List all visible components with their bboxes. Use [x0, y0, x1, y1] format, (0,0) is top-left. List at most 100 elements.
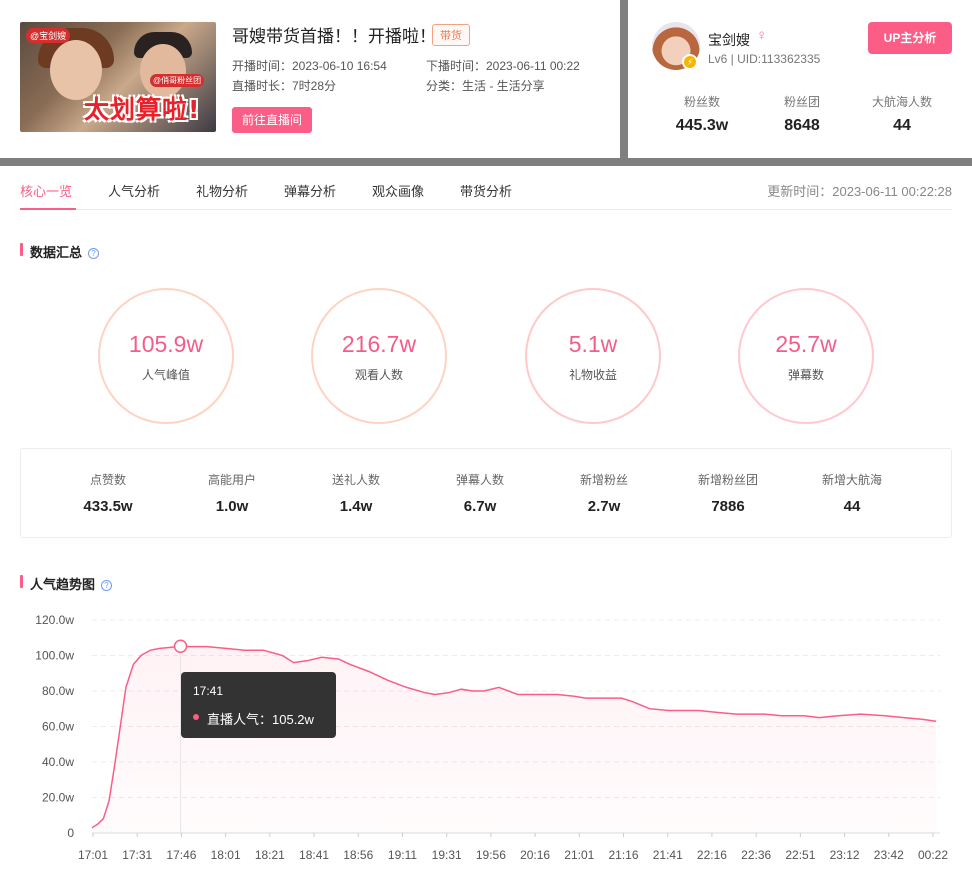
- up-analysis-button[interactable]: UP主分析: [868, 22, 952, 54]
- x-tick-label: 17:31: [122, 848, 152, 862]
- tab-popularity[interactable]: 人气分析: [108, 181, 160, 200]
- tab-sales[interactable]: 带货分析: [460, 181, 512, 200]
- series-dot-icon: [193, 714, 199, 720]
- tooltip-value: 直播人气：105.2w: [207, 712, 314, 727]
- stat-high-energy-users: 高能用户 1.0w: [177, 471, 287, 515]
- summary-title-text: 数据汇总: [30, 245, 83, 260]
- trend-section-title: 人气趋势图?: [20, 574, 113, 593]
- up-name[interactable]: 宝剑嫂: [708, 30, 750, 50]
- chart-y-axis: 0 20.0w 40.0w 60.0w 80.0w 100.0w 120.0w: [35, 613, 74, 840]
- x-tick-label: 22:16: [697, 848, 727, 862]
- female-icon: ♀: [756, 27, 768, 44]
- chart-x-axis: 17:01 17:31 17:46 18:01 18:21 18:41 18:56 19:11…: [78, 833, 948, 862]
- stat-label: 点赞数: [89, 473, 126, 487]
- y-tick-label: 80.0w: [42, 684, 74, 698]
- active-tab-indicator: [20, 208, 76, 210]
- ring-value: 105.9w: [128, 331, 204, 357]
- y-tick-label: 20.0w: [42, 791, 74, 805]
- stat-label: 新增大航海: [821, 473, 882, 487]
- popularity-trend-chart[interactable]: 0 20.0w 40.0w 60.0w 80.0w 100.0w 120.0w 17:01 1…: [0, 600, 972, 877]
- tab-danmaku[interactable]: 弹幕分析: [284, 181, 336, 200]
- tooltip-time: 17:41: [193, 684, 224, 698]
- up-stat-value: 8648: [784, 117, 820, 134]
- category: 分类：生活 - 生活分享: [426, 79, 545, 93]
- x-tick-label: 18:21: [255, 848, 285, 862]
- tab-core-overview[interactable]: 核心一览: [20, 181, 72, 200]
- y-tick-label: 100.0w: [35, 649, 74, 663]
- x-tick-label: 23:12: [830, 848, 860, 862]
- x-tick-label: 00:22: [918, 848, 948, 862]
- trend-title-text: 人气趋势图: [30, 577, 96, 592]
- go-to-live-room-button[interactable]: 前往直播间: [232, 107, 312, 133]
- verified-lightning-icon: ⚡: [682, 54, 698, 70]
- tab-gifts[interactable]: 礼物分析: [196, 181, 248, 200]
- x-tick-label: 19:31: [432, 848, 462, 862]
- up-stat-label: 粉丝数: [683, 95, 720, 109]
- updated-time: 更新时间：2023-06-11 00:22:28: [767, 184, 952, 199]
- x-tick-label: 23:42: [874, 848, 904, 862]
- x-tick-label: 19:56: [476, 848, 506, 862]
- stat-gift-senders: 送礼人数 1.4w: [301, 471, 411, 515]
- ring-label: 观看人数: [354, 368, 403, 382]
- ring-value: 25.7w: [775, 331, 837, 357]
- live-title: 哥嫂带货首播！！开播啦！: [232, 27, 436, 46]
- thumbnail-tag-2: @俏哥粉丝团: [150, 74, 205, 87]
- tab-audience[interactable]: 观众画像: [372, 181, 424, 200]
- up-uid: Lv6 | UID:113362335: [708, 52, 821, 66]
- x-tick-label: 17:01: [78, 848, 108, 862]
- stat-ring-danmaku: 25.7w 弹幕数: [738, 288, 874, 424]
- stat-ring-gift-revenue: 5.1w 礼物收益: [525, 288, 661, 424]
- category-badge: 带货: [432, 24, 470, 46]
- stat-value: 44: [843, 498, 861, 515]
- y-tick-label: 120.0w: [35, 613, 74, 627]
- hover-point: [173, 639, 188, 654]
- x-tick-label: 18:41: [299, 848, 329, 862]
- thumbnail-tag-1: @宝剑嫂: [26, 28, 71, 43]
- ring-label: 礼物收益: [568, 368, 617, 382]
- stat-label: 高能用户: [207, 473, 256, 487]
- stat-new-guards: 新增大航海 44: [797, 471, 907, 515]
- help-icon[interactable]: ?: [88, 248, 100, 259]
- stat-danmaku-users: 弹幕人数 6.7w: [425, 471, 535, 515]
- secondary-stats-panel: 点赞数 433.5w 高能用户 1.0w 送礼人数 1.4w 弹幕人数 6.7w…: [20, 448, 952, 538]
- stat-value: 1.4w: [339, 498, 373, 515]
- live-thumbnail[interactable]: @宝剑嫂 @俏哥粉丝团 太划算啦!: [20, 22, 216, 132]
- stat-ring-viewers: 216.7w 观看人数: [311, 288, 447, 424]
- stat-value: 6.7w: [463, 498, 497, 515]
- thumbnail-caption: 太划算啦!: [84, 95, 201, 124]
- stat-label: 新增粉丝团: [697, 473, 758, 487]
- stat-value: 433.5w: [83, 498, 133, 515]
- start-time: 开播时间：2023-06-10 16:54: [232, 59, 387, 73]
- live-info-card: @宝剑嫂 @俏哥粉丝团 太划算啦! 哥嫂带货首播！！开播啦！ 带货 开播时间：2…: [0, 0, 620, 158]
- x-tick-label: 18:01: [211, 848, 241, 862]
- help-icon[interactable]: ?: [101, 580, 113, 591]
- up-stat-label: 粉丝团: [783, 95, 820, 109]
- x-tick-label: 21:01: [564, 848, 594, 862]
- end-time: 下播时间：2023-06-11 00:22: [426, 59, 580, 73]
- summary-section-title: 数据汇总?: [20, 242, 100, 261]
- stat-value: 2.7w: [587, 498, 621, 515]
- duration: 直播时长：7时28分: [232, 79, 337, 93]
- stat-likes: 点赞数 433.5w: [53, 471, 163, 515]
- ring-label: 弹幕数: [787, 368, 824, 382]
- up-stat-label: 大航海人数: [871, 95, 932, 109]
- stat-label: 弹幕人数: [455, 473, 504, 487]
- stat-new-fan-club: 新增粉丝团 7886: [673, 471, 783, 515]
- up-info-card: ⚡ 宝剑嫂 ♀ Lv6 | UID:113362335 UP主分析 粉丝数 44…: [628, 0, 972, 158]
- x-tick-label: 22:36: [741, 848, 771, 862]
- y-tick-label: 40.0w: [42, 755, 74, 769]
- ring-value: 216.7w: [341, 331, 417, 357]
- up-stat-guards: 大航海人数 44: [862, 93, 942, 135]
- up-stat-fan-club: 粉丝团 8648: [762, 93, 842, 135]
- x-tick-label: 21:16: [609, 848, 639, 862]
- stat-label: 送礼人数: [331, 473, 380, 487]
- ring-label: 人气峰值: [141, 368, 190, 382]
- x-tick-label: 20:16: [520, 848, 550, 862]
- stat-value: 7886: [711, 498, 745, 515]
- y-tick-label: 60.0w: [42, 720, 74, 734]
- x-tick-label: 21:41: [653, 848, 683, 862]
- stat-label: 新增粉丝: [579, 473, 628, 487]
- up-stat-value: 445.3w: [675, 117, 729, 134]
- up-stat-fans: 粉丝数 445.3w: [662, 93, 742, 135]
- y-tick-label: 0: [67, 826, 74, 840]
